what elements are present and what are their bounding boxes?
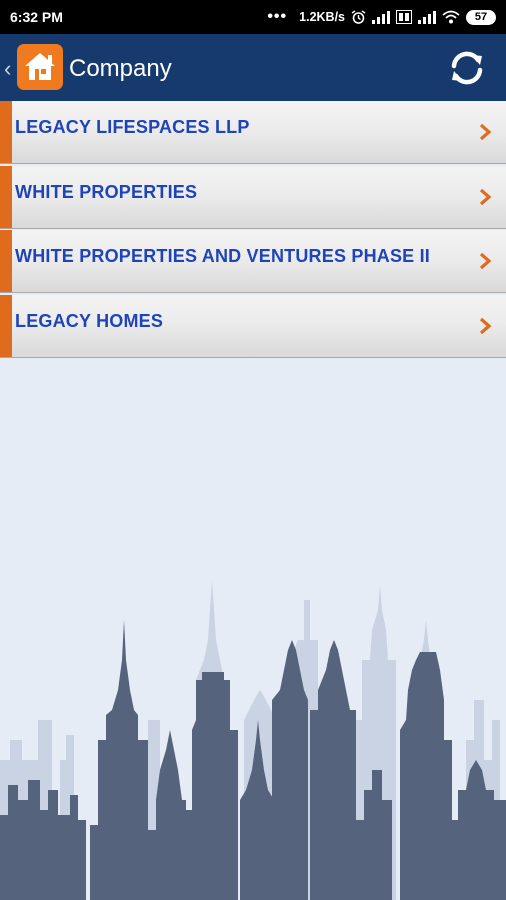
chevron-right-icon — [479, 253, 492, 270]
volte-icon — [396, 10, 412, 24]
company-label: WHITE PROPERTIES — [15, 181, 198, 202]
company-list: LEGACY LIFESPACES LLP WHITE PROPERTIES W… — [0, 101, 506, 360]
signal-icon — [372, 10, 390, 24]
back-icon[interactable]: ‹ — [4, 56, 11, 82]
app-bar: ‹ Company — [0, 34, 506, 101]
company-item-white-properties-phase-ii[interactable]: WHITE PROPERTIES AND VENTURES PHASE II — [0, 230, 506, 294]
company-label: WHITE PROPERTIES AND VENTURES PHASE II — [15, 246, 430, 267]
chevron-right-icon — [479, 317, 492, 335]
row-accent — [0, 295, 12, 358]
network-speed: 1.2KB/s — [299, 10, 345, 24]
wifi-icon — [442, 10, 460, 24]
company-item-legacy-lifespaces[interactable]: LEGACY LIFESPACES LLP — [0, 101, 506, 164]
row-accent — [0, 101, 12, 163]
more-notifications-icon: ••• — [267, 8, 288, 25]
company-label: LEGACY LIFESPACES LLP — [15, 117, 250, 137]
page-title: Company — [69, 55, 172, 82]
row-accent — [0, 230, 12, 293]
company-item-white-properties[interactable]: WHITE PROPERTIES — [0, 165, 506, 229]
city-skyline-illustration — [0, 580, 506, 900]
signal-icon-2 — [418, 10, 436, 24]
chevron-right-icon — [479, 123, 492, 141]
chevron-right-icon — [479, 188, 492, 205]
company-item-legacy-homes[interactable]: LEGACY HOMES — [0, 295, 506, 359]
row-accent — [0, 165, 12, 228]
home-logo-icon[interactable] — [17, 44, 63, 90]
refresh-icon[interactable] — [447, 48, 487, 88]
status-icons: ••• 1.2KB/s 57 — [267, 9, 496, 25]
status-bar: 6:32 PM ••• 1.2KB/s 57 — [0, 0, 506, 34]
battery-icon: 57 — [466, 9, 496, 25]
alarm-icon — [351, 9, 366, 24]
status-time: 6:32 PM — [10, 9, 63, 25]
company-label: LEGACY HOMES — [15, 311, 164, 332]
